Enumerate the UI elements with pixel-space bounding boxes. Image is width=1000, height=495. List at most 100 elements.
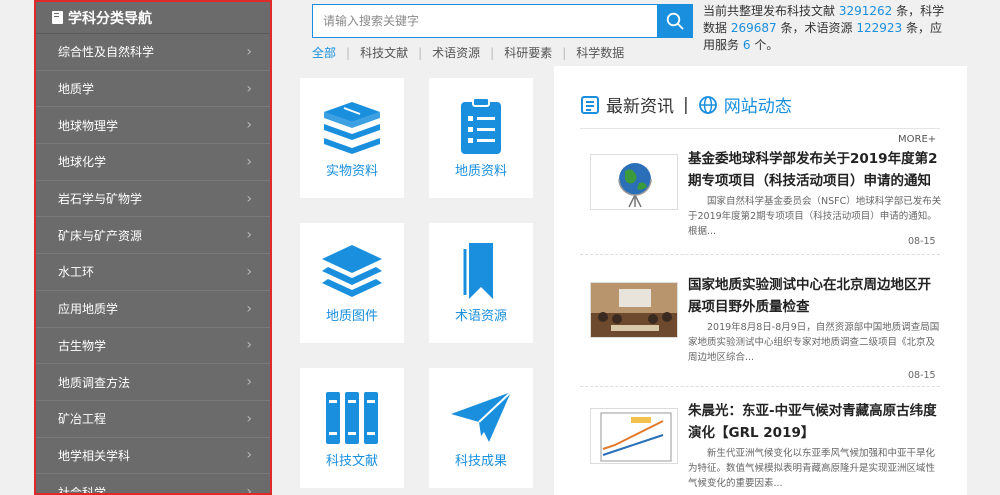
filter-all[interactable]: 全部 <box>312 44 336 61</box>
chevron-right-icon: › <box>246 263 252 280</box>
tab-site-news[interactable]: 网站动态 <box>724 92 792 117</box>
globe-image <box>618 163 652 208</box>
news-description: 国家自然科学基金委员会（NSFC）地球科学部已发布关于2019年度第2期专项项目… <box>688 196 951 237</box>
news-thumbnail-meeting[interactable] <box>590 282 678 338</box>
card-label: 科技文献 <box>325 454 378 469</box>
filter-separator: | <box>490 45 495 60</box>
sidebar-item-label: 地质学 <box>58 82 95 97</box>
sidebar-item-paleontology[interactable]: 古生物学 › <box>36 328 270 365</box>
sidebar-item-geochemistry[interactable]: 地球化学 › <box>36 144 270 181</box>
sidebar-title: 学科分类导航 <box>68 10 152 27</box>
sidebar-item-label: 岩石学与矿物学 <box>58 192 143 207</box>
book-spines-icon <box>326 392 378 444</box>
globe-icon <box>698 95 717 114</box>
sidebar-item-label: 应用地质学 <box>58 302 119 317</box>
news-title[interactable]: 朱晨光：东亚-中亚气候对青藏高原古纬度演化【GRL 2019】 <box>688 400 942 444</box>
sidebar-item-hydro-engineering-env[interactable]: 水工环 › <box>36 254 270 291</box>
card-label: 术语资源 <box>454 309 507 324</box>
news-description: 2019年8月8日-8月9日，自然资源部中国地质调查局国家地质实验测试中心组织专… <box>688 322 940 363</box>
category-list: 综合性及自然科学 › 地质学 › 地球物理学 › 地球化学 › 岩石学与矿物学 › 矿床与… <box>36 34 270 495</box>
news-separator <box>580 254 940 255</box>
stats-data-count[interactable]: 269687 <box>731 21 777 35</box>
chevron-right-icon: › <box>246 153 252 170</box>
sidebar-item-label: 矿床与矿产资源 <box>58 228 143 243</box>
news-thumbnail-chart[interactable] <box>590 408 678 464</box>
news-thumbnail-globe[interactable] <box>590 154 678 210</box>
card-literature[interactable]: 科技文献 <box>300 368 404 488</box>
chevron-right-icon: › <box>246 447 252 464</box>
stats-text: 条，术语资源 <box>780 21 853 35</box>
stats-docs-count[interactable]: 3291262 <box>839 4 892 18</box>
meeting-photo <box>591 283 677 337</box>
card-terminology[interactable]: 术语资源 <box>429 223 533 343</box>
stats-text: 当前共整理发布科技文献 <box>703 4 836 18</box>
card-label: 地质图件 <box>325 309 378 324</box>
chevron-right-icon: › <box>246 227 252 244</box>
site-statistics: 当前共整理发布科技文献 3291262 条，科学数据 269687 条，术语资源… <box>703 3 953 54</box>
sidebar-item-mining-metallurgy[interactable]: 矿冶工程 › <box>36 401 270 438</box>
tab-latest-news[interactable]: 最新资讯 <box>606 92 674 117</box>
clipboard-icon <box>461 98 501 154</box>
filter-separator: | <box>418 45 423 60</box>
filter-separator: | <box>562 45 567 60</box>
filter-terminology[interactable]: 术语资源 <box>432 44 480 61</box>
search-button[interactable] <box>657 4 693 38</box>
news-title[interactable]: 国家地质实验测试中心在北京周边地区开展项目野外质量检查 <box>688 274 942 318</box>
sidebar-item-comprehensive[interactable]: 综合性及自然科学 › <box>36 34 270 71</box>
news-separator <box>580 386 940 387</box>
card-label: 科技成果 <box>454 454 507 469</box>
sidebar-item-related-disciplines[interactable]: 地学相关学科 › <box>36 438 270 475</box>
sidebar-item-label: 古生物学 <box>58 338 107 353</box>
news-panel: 最新资讯 | 网站动态 MORE+ 基金委地球科学部发布关于2019年度第2期专… <box>554 66 967 495</box>
sidebar-item-survey-methods[interactable]: 地质调查方法 › <box>36 364 270 401</box>
tab-separator: | <box>683 94 689 115</box>
sidebar-item-label: 地学相关学科 <box>58 448 131 463</box>
category-sidebar: 学科分类导航 综合性及自然科学 › 地质学 › 地球物理学 › 地球化学 › 岩石学与矿… <box>34 0 272 495</box>
sidebar-item-petrology[interactable]: 岩石学与矿物学 › <box>36 181 270 218</box>
news-description: 新生代亚洲气候变化以东亚季风气候加强和中亚干旱化为特征。数值气候模拟表明青藏高原… <box>688 448 936 489</box>
stats-services-count[interactable]: 6 <box>743 38 751 52</box>
chevron-right-icon: › <box>246 484 252 495</box>
card-label: 地质资料 <box>454 164 507 179</box>
sidebar-item-geology[interactable]: 地质学 › <box>36 71 270 108</box>
sidebar-item-label: 矿冶工程 <box>58 412 107 427</box>
sidebar-item-mineral-deposits[interactable]: 矿床与矿产资源 › <box>36 217 270 255</box>
news-date: 08-15 <box>908 236 936 247</box>
chevron-right-icon: › <box>246 43 252 60</box>
search-input[interactable] <box>312 4 658 38</box>
chevron-right-icon: › <box>246 80 252 97</box>
filter-literature[interactable]: 科技文献 <box>360 44 408 61</box>
sidebar-header: 学科分类导航 <box>36 2 270 34</box>
sidebar-item-applied-geology[interactable]: 应用地质学 › <box>36 291 270 328</box>
more-link[interactable]: MORE+ <box>898 134 936 145</box>
chevron-right-icon: › <box>246 190 252 207</box>
layers-icon <box>322 245 382 297</box>
sidebar-item-label: 地质调查方法 <box>58 375 131 390</box>
filter-science-data[interactable]: 科学数据 <box>576 44 624 61</box>
search-icon <box>666 12 684 30</box>
chevron-right-icon: › <box>246 374 252 391</box>
chevron-right-icon: › <box>246 300 252 317</box>
stats-terms-count[interactable]: 122923 <box>856 21 902 35</box>
books-stack-icon <box>324 102 380 154</box>
card-geological-materials[interactable]: 地质资料 <box>429 78 533 198</box>
sidebar-item-geophysics[interactable]: 地球物理学 › <box>36 107 270 145</box>
sidebar-item-social-sciences[interactable]: 社会科学 › <box>36 474 270 495</box>
card-achievements[interactable]: 科技成果 <box>429 368 533 488</box>
stats-text: 个。 <box>754 38 779 52</box>
news-tabs: 最新资讯 | 网站动态 <box>580 92 792 117</box>
card-geological-maps[interactable]: 地质图件 <box>300 223 404 343</box>
paper-plane-icon <box>451 391 512 442</box>
book-icon <box>52 11 63 24</box>
news-title[interactable]: 基金委地球科学部发布关于2019年度第2期专项项目（科技活动项目）申请的通知 <box>688 148 942 192</box>
filter-research-elements[interactable]: 科研要素 <box>504 44 552 61</box>
sidebar-item-label: 综合性及自然科学 <box>58 45 155 60</box>
news-date: 08-15 <box>908 370 936 381</box>
card-physical-materials[interactable]: 实物资料 <box>300 78 404 198</box>
newspaper-icon <box>581 95 599 114</box>
news-divider <box>580 128 940 129</box>
search-filter-bar: 全部 | 科技文献 | 术语资源 | 科研要素 | 科学数据 <box>312 44 624 61</box>
sidebar-item-label: 社会科学 <box>58 485 107 495</box>
sidebar-item-label: 水工环 <box>58 265 95 280</box>
bookmark-icon <box>463 243 493 299</box>
